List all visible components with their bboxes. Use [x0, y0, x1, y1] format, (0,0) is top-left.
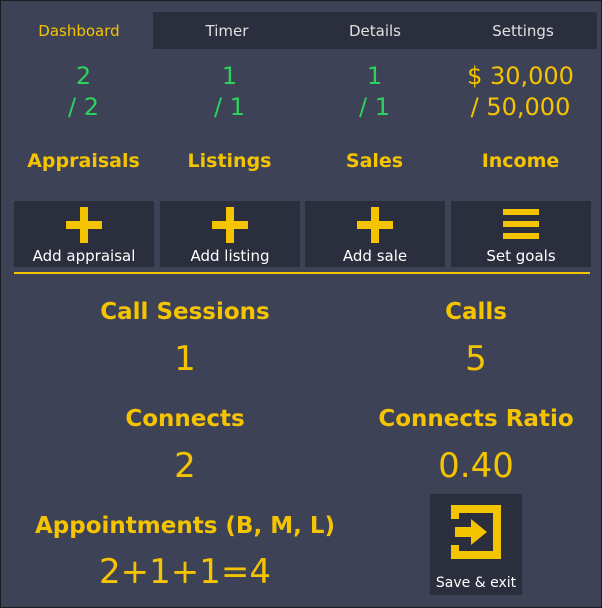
appointments-title: Appointments (B, M, L): [35, 513, 335, 539]
plus-icon: [212, 207, 248, 243]
add-appraisal-label: Add appraisal: [32, 247, 136, 265]
tab-timer[interactable]: Timer: [153, 12, 301, 49]
plus-icon: [357, 207, 393, 243]
call-sessions-title: Call Sessions: [100, 299, 270, 325]
save-exit-label: Save & exit: [435, 575, 517, 591]
tab-settings[interactable]: Settings: [449, 12, 597, 49]
plus-icon: [66, 207, 102, 243]
appraisals-done: 2: [75, 62, 92, 90]
add-sale-button[interactable]: Add sale: [305, 201, 445, 267]
set-goals-label: Set goals: [486, 247, 556, 265]
add-listing-button[interactable]: Add listing: [160, 201, 300, 267]
tab-dashboard[interactable]: Dashboard: [5, 12, 153, 49]
sales-label: Sales: [345, 150, 404, 172]
app-window: Dashboard Timer Details Settings 2 / 2 1…: [0, 0, 602, 608]
connects-title: Connects: [125, 406, 245, 432]
add-listing-label: Add listing: [190, 247, 270, 265]
appraisals-label: Appraisals: [27, 150, 140, 172]
save-exit-button[interactable]: Save & exit: [430, 494, 522, 595]
connects-ratio-value: 0.40: [438, 446, 514, 486]
sales-done: 1: [366, 62, 383, 90]
tab-details[interactable]: Details: [301, 12, 449, 49]
listings-label: Listings: [187, 150, 272, 172]
listings-goal: / 1: [214, 93, 245, 121]
sales-count: 1 / 1: [302, 61, 447, 123]
exit-icon: [451, 505, 501, 559]
menu-icon: [503, 209, 539, 239]
connects-ratio-title: Connects Ratio: [378, 406, 574, 432]
listings-done: 1: [221, 62, 238, 90]
appraisals-count: 2 / 2: [11, 61, 156, 123]
listings-count: 1 / 1: [157, 61, 302, 123]
tab-bar: Dashboard Timer Details Settings: [5, 12, 597, 49]
appraisals-goal: / 2: [68, 93, 99, 121]
sales-goal: / 1: [359, 93, 390, 121]
section-divider: [14, 272, 590, 274]
set-goals-button[interactable]: Set goals: [451, 201, 591, 267]
income-amount: $ 30,000 / 50,000: [448, 61, 593, 123]
calls-title: Calls: [445, 299, 507, 325]
calls-value: 5: [465, 339, 487, 379]
call-sessions-value: 1: [174, 339, 196, 379]
income-goal: / 50,000: [470, 93, 571, 121]
add-appraisal-button[interactable]: Add appraisal: [14, 201, 154, 267]
add-sale-label: Add sale: [342, 247, 408, 265]
income-label: Income: [481, 150, 560, 172]
appointments-value: 2+1+1=4: [99, 552, 271, 592]
connects-value: 2: [174, 446, 196, 486]
income-current: $ 30,000: [467, 62, 574, 90]
